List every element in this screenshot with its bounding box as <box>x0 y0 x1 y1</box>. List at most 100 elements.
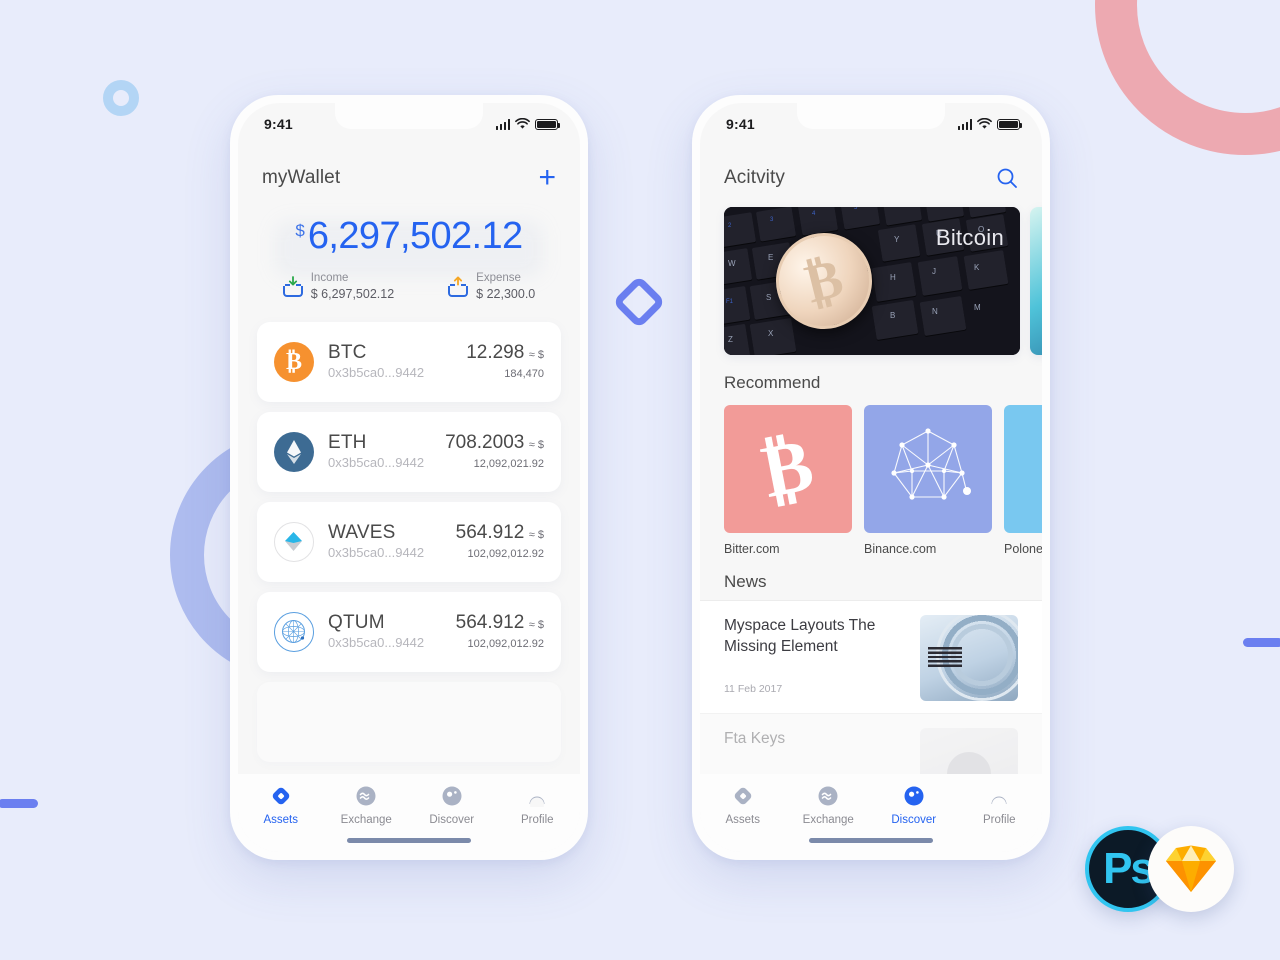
asset-amount: 12.298 <box>466 342 525 363</box>
balance-amount: 6,297,502.12 <box>307 215 523 257</box>
person-icon <box>526 785 548 812</box>
asset-info: BTC 0x3b5ca0...9442 <box>328 342 424 382</box>
expense-value: $ 22,300.0 <box>476 287 536 301</box>
eth-icon <box>274 432 314 472</box>
pink-ring-decor <box>1095 0 1280 155</box>
asset-symbol: BTC <box>328 342 367 363</box>
asset-list: ₿ BTC 0x3b5ca0...9442 12.298 ≈ $ 184,470 <box>238 322 580 762</box>
table-row[interactable]: WAVES 0x3b5ca0...9442 564.912 ≈ $ 102,09… <box>257 502 561 582</box>
phone-discover: 9:41 Acitvity 2 3 4 5 W E Y U O F1 S H J… <box>692 95 1050 860</box>
bitcoin-symbol-icon: ₿ <box>724 405 852 533</box>
table-row[interactable]: ETH 0x3b5ca0...9442 708.2003 ≈ $ 12,092,… <box>257 412 561 492</box>
battery-icon <box>997 119 1023 130</box>
recommend-item[interactable]: Binance.com <box>864 405 992 556</box>
blue-ring-small-decor <box>103 80 139 116</box>
status-icons <box>957 118 1023 130</box>
table-row-partial[interactable] <box>257 682 561 762</box>
assets-screen: 9:41 myWallet + $ 6,297,502.12 Income $ … <box>238 103 580 852</box>
news-text: Fta Keys <box>724 728 920 749</box>
asset-symbol: WAVES <box>328 522 396 543</box>
tab-label: Exchange <box>802 814 854 826</box>
asset-amount: 708.2003 <box>445 432 525 453</box>
compass-icon <box>903 785 925 807</box>
search-icon[interactable] <box>996 167 1018 189</box>
tab-profile[interactable]: Profile <box>495 785 581 826</box>
recommend-label: Bitter.com <box>724 542 780 556</box>
tab-label: Exchange <box>340 814 392 826</box>
news-thumbnail <box>920 615 1018 701</box>
asset-address: 0x3b5ca0...9442 <box>328 545 425 560</box>
exchange-waves-icon <box>355 785 377 807</box>
add-wallet-button[interactable]: + <box>538 163 556 193</box>
qtum-icon <box>274 612 314 652</box>
asset-values: 564.912 ≈ $ 102,092,012.92 <box>424 522 544 562</box>
tab-exchange[interactable]: Exchange <box>786 785 872 826</box>
btc-icon: ₿ <box>274 342 314 382</box>
tab-bar: Assets Exchange Discover Profile <box>700 774 1042 852</box>
home-indicator <box>809 838 933 843</box>
status-time: 9:41 <box>726 116 755 132</box>
recommend-section-title: Recommend <box>724 373 821 392</box>
balance-currency: $ <box>295 221 305 240</box>
tab-label: Discover <box>429 814 475 826</box>
asset-address: 0x3b5ca0...9442 <box>328 455 425 470</box>
exchange-waves-icon <box>817 785 839 807</box>
tab-label: Discover <box>891 814 937 826</box>
wifi-icon <box>977 118 992 129</box>
diamond-outline-decor <box>612 275 666 329</box>
waves-icon <box>274 522 314 562</box>
activity-card[interactable]: 2 3 4 5 6 W E Y U O F1 S F2 H J <box>724 207 1020 355</box>
battery-icon <box>535 119 561 130</box>
list-item[interactable]: Myspace Layouts The Missing Element 11 F… <box>700 600 1042 713</box>
ibm-logo-icon <box>928 647 962 667</box>
compass-icon <box>441 785 463 807</box>
asset-info: ETH 0x3b5ca0...9442 <box>328 432 424 472</box>
home-indicator <box>347 838 471 843</box>
tab-assets[interactable]: Assets <box>238 785 324 826</box>
balance-block: $ 6,297,502.12 <box>238 215 580 277</box>
phone-assets: 9:41 myWallet + $ 6,297,502.12 Income $ … <box>230 95 588 860</box>
table-row[interactable]: QTUM 0x3b5ca0...9442 564.912 ≈ $ 102,092… <box>257 592 561 672</box>
asset-amount: 564.912 <box>455 522 525 543</box>
generic-icon <box>1004 405 1042 533</box>
news-text: Myspace Layouts The Missing Element 11 F… <box>724 615 920 695</box>
asset-amount: 564.912 <box>455 612 525 633</box>
tab-exchange[interactable]: Exchange <box>324 785 410 826</box>
bar-left-decor <box>0 799 38 808</box>
sketch-gem-icon <box>1166 845 1216 892</box>
status-time: 9:41 <box>264 116 293 132</box>
assets-header: myWallet + <box>238 145 580 193</box>
diamond-icon <box>732 785 754 807</box>
recommend-carousel[interactable]: ₿ Bitter.com Binance.com Polone <box>700 405 1042 556</box>
canvas: 9:41 myWallet + $ 6,297,502.12 Income $ … <box>0 0 1280 960</box>
tab-discover[interactable]: Discover <box>871 785 957 826</box>
wifi-icon <box>515 118 530 129</box>
tab-profile[interactable]: Profile <box>957 785 1043 826</box>
diamond-icon <box>270 785 292 807</box>
signal-icon <box>495 119 510 130</box>
recommend-label: Polone <box>1004 542 1042 556</box>
table-row[interactable]: ₿ BTC 0x3b5ca0...9442 12.298 ≈ $ 184,470 <box>257 322 561 402</box>
tab-label: Assets <box>725 814 760 826</box>
status-bar: 9:41 <box>238 103 580 145</box>
recommend-item[interactable]: Polone <box>1004 405 1042 556</box>
activity-card[interactable] <box>1030 207 1042 355</box>
tab-discover[interactable]: Discover <box>409 785 495 826</box>
signal-icon <box>957 119 972 130</box>
news-title: Fta Keys <box>724 730 786 747</box>
asset-values: 564.912 ≈ $ 102,092,012.92 <box>424 612 544 652</box>
asset-info: QTUM 0x3b5ca0...9442 <box>328 612 424 652</box>
news-title: Myspace Layouts The Missing Element <box>724 617 876 655</box>
asset-address: 0x3b5ca0...9442 <box>328 365 425 380</box>
sketch-badge[interactable] <box>1148 826 1234 912</box>
income-arrow-icon <box>282 276 303 297</box>
asset-info: WAVES 0x3b5ca0...9442 <box>328 522 424 562</box>
asset-address: 0x3b5ca0...9442 <box>328 635 425 650</box>
activity-carousel[interactable]: 2 3 4 5 6 W E Y U O F1 S F2 H J <box>700 207 1042 355</box>
notch <box>335 103 483 129</box>
page-title: Acitvity <box>724 167 785 188</box>
tab-assets[interactable]: Assets <box>700 785 786 826</box>
network-polygon-icon <box>864 405 992 533</box>
asset-values: 708.2003 ≈ $ 12,092,021.92 <box>424 432 544 472</box>
recommend-item[interactable]: ₿ Bitter.com <box>724 405 852 556</box>
